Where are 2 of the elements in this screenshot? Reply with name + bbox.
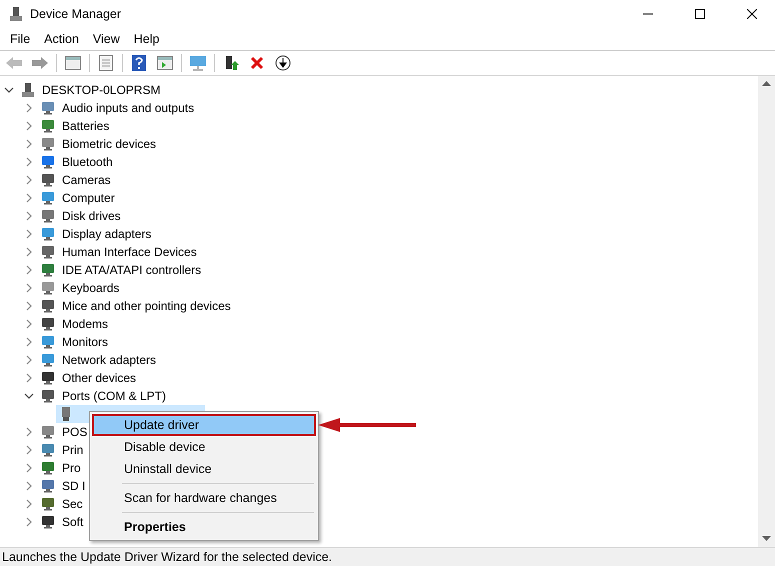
status-text: Launches the Update Driver Wizard for the selected device.: [2, 550, 332, 564]
window-title: Device Manager: [30, 7, 122, 21]
